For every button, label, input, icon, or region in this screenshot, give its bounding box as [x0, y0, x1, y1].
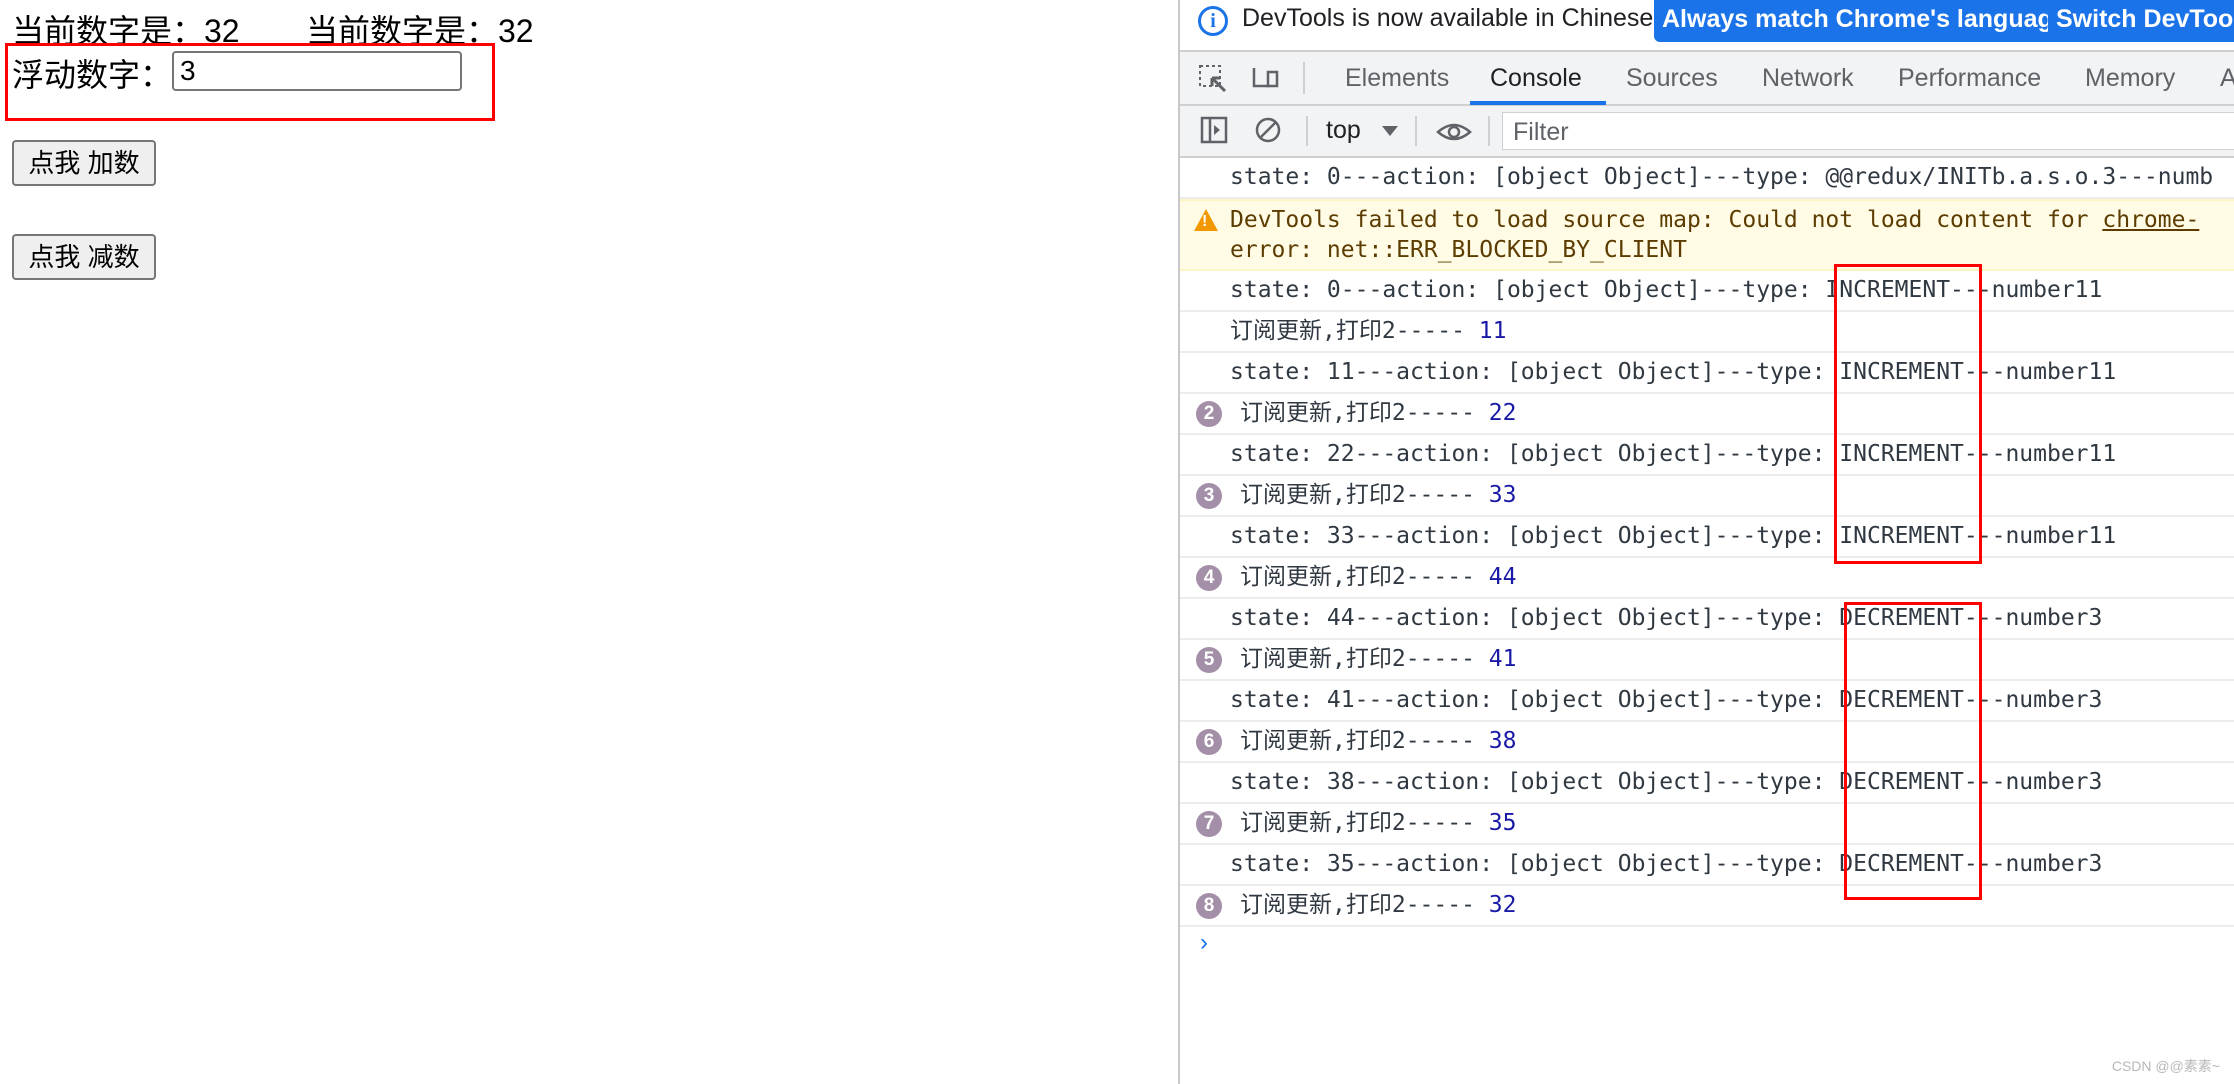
log-number: 33: [1488, 482, 1517, 508]
context-dropdown-icon[interactable]: [1382, 126, 1398, 136]
highlight-box-increment: [1834, 264, 1982, 564]
prompt-chevron-icon: ›: [1200, 929, 1208, 956]
console-subscribe-row: 订阅更新,打印2----- 11: [1180, 312, 2234, 353]
console-prompt[interactable]: ›: [1180, 927, 2234, 967]
subtract-button[interactable]: 点我 减数: [12, 234, 156, 280]
sidebar-toggle-icon[interactable]: [1200, 116, 1230, 144]
log-prefix: 订阅更新,打印2-----: [1240, 810, 1489, 836]
switch-devtools-button[interactable]: Switch DevTools: [2048, 0, 2234, 42]
log-text: 订阅更新,打印2----- 35: [1240, 804, 1516, 843]
log-prefix: 订阅更新,打印2-----: [1240, 892, 1489, 918]
console-toolbar: top Filter: [1180, 106, 2234, 158]
log-text: 订阅更新,打印2----- 44: [1240, 558, 1516, 597]
warning-icon-mark: !: [1202, 213, 1208, 230]
log-text: 订阅更新,打印2----- 38: [1240, 722, 1516, 761]
separator: [1488, 116, 1490, 146]
infobar-text: DevTools is now available in Chinese!: [1242, 4, 1661, 32]
app-page: 当前数字是：32 当前数字是：32 浮动数字： 3 点我 加数 点我 减数: [0, 0, 1178, 1084]
log-prefix: 订阅更新,打印2-----: [1240, 400, 1489, 426]
tab-memory[interactable]: Memory: [2085, 64, 2175, 93]
device-toolbar-icon[interactable]: [1250, 64, 1280, 92]
console-state-row: state: 41---action: [object Object]---ty…: [1180, 681, 2234, 722]
context-selector[interactable]: top: [1326, 116, 1361, 145]
warning-message: DevTools failed to load source map: Coul…: [1230, 207, 2103, 233]
warning-error: error: net::ERR_BLOCKED_BY_CLIENT: [1230, 237, 1687, 263]
language-infobar: i DevTools is now available in Chinese! …: [1180, 0, 2234, 52]
clear-console-icon[interactable]: [1254, 116, 1284, 144]
console-state-row: state: 0---action: [object Object]---typ…: [1180, 271, 2234, 312]
inspect-element-icon[interactable]: [1198, 64, 1228, 92]
log-number: 32: [1488, 892, 1517, 918]
log-text: 订阅更新,打印2----- 32: [1240, 886, 1516, 925]
log-text: state: 33---action: [object Object]---ty…: [1230, 523, 2117, 549]
console-subscribe-row: 6 订阅更新,打印2----- 38: [1180, 722, 2234, 763]
log-number: 38: [1488, 728, 1517, 754]
match-language-button[interactable]: Always match Chrome's language: [1654, 0, 2075, 42]
console-state-row: state: 22---action: [object Object]---ty…: [1180, 435, 2234, 476]
console-output: state: 0---action: [object Object]---typ…: [1180, 158, 2234, 967]
repeat-count-badge: 5: [1196, 647, 1222, 673]
tab-console[interactable]: Console: [1490, 64, 1582, 93]
highlight-box-decrement: [1844, 602, 1982, 900]
log-text: 订阅更新,打印2----- 22: [1240, 394, 1516, 433]
float-number-label: 浮动数字：: [12, 57, 173, 93]
tab-network[interactable]: Network: [1762, 64, 1854, 93]
add-button[interactable]: 点我 加数: [12, 140, 156, 186]
repeat-count-badge: 3: [1196, 483, 1222, 509]
console-state-row: state: 33---action: [object Object]---ty…: [1180, 517, 2234, 558]
repeat-count-badge: 4: [1196, 565, 1222, 591]
active-tab-indicator: [1470, 101, 1606, 105]
live-expression-eye-icon[interactable]: [1436, 118, 1472, 146]
log-text: state: 0---action: [object Object]---typ…: [1230, 164, 2214, 190]
watermark: CSDN @@素素~: [2111, 1058, 2220, 1074]
separator: [1306, 116, 1308, 146]
console-state-row: state: 11---action: [object Object]---ty…: [1180, 353, 2234, 394]
console-state-row: state: 44---action: [object Object]---ty…: [1180, 599, 2234, 640]
log-prefix: 订阅更新,打印2-----: [1240, 564, 1489, 590]
repeat-count-badge: 2: [1196, 401, 1222, 427]
source-link[interactable]: chrome-: [2102, 207, 2199, 233]
log-text: state: 11---action: [object Object]---ty…: [1230, 359, 2117, 385]
log-number: 35: [1488, 810, 1517, 836]
log-prefix: 订阅更新,打印2-----: [1240, 728, 1489, 754]
console-subscribe-row: 4 订阅更新,打印2----- 44: [1180, 558, 2234, 599]
log-number: 44: [1488, 564, 1517, 590]
tab-elements[interactable]: Elements: [1345, 64, 1449, 93]
log-number: 41: [1488, 646, 1517, 672]
repeat-count-badge: 6: [1196, 729, 1222, 755]
log-prefix: 订阅更新,打印2-----: [1240, 482, 1489, 508]
console-state-row: state: 35---action: [object Object]---ty…: [1180, 845, 2234, 886]
float-number-input[interactable]: 3: [172, 51, 462, 91]
console-subscribe-row: 5 订阅更新,打印2----- 41: [1180, 640, 2234, 681]
repeat-count-badge: 8: [1196, 893, 1222, 919]
console-warning-row: ! DevTools failed to load source map: Cou…: [1180, 199, 2234, 271]
console-subscribe-row: 7 订阅更新,打印2----- 35: [1180, 804, 2234, 845]
devtools-panel: i DevTools is now available in Chinese! …: [1178, 0, 2234, 1084]
console-state-row: state: 38---action: [object Object]---ty…: [1180, 763, 2234, 804]
devtools-tabbar: Elements Console Sources Network Perform…: [1180, 52, 2234, 106]
log-text: 订阅更新,打印2----- 33: [1240, 476, 1516, 515]
console-subscribe-row: 8 订阅更新,打印2----- 32: [1180, 886, 2234, 927]
log-text: 订阅更新,打印2----- 41: [1240, 640, 1516, 679]
filter-input[interactable]: Filter: [1502, 112, 2234, 150]
console-subscribe-row: 2 订阅更新,打印2----- 22: [1180, 394, 2234, 435]
log-number: 22: [1488, 400, 1517, 426]
log-text: 订阅更新,打印2----- 11: [1230, 312, 1506, 351]
tab-performance[interactable]: Performance: [1898, 64, 2041, 93]
console-subscribe-row: 3 订阅更新,打印2----- 33: [1180, 476, 2234, 517]
separator: [1303, 62, 1305, 94]
repeat-count-badge: 7: [1196, 811, 1222, 837]
log-prefix: 订阅更新,打印2-----: [1240, 646, 1489, 672]
log-prefix: 订阅更新,打印2-----: [1230, 318, 1479, 344]
info-icon: i: [1198, 6, 1228, 36]
separator: [1415, 116, 1417, 146]
tab-sources[interactable]: Sources: [1626, 64, 1718, 93]
log-number: 11: [1478, 318, 1507, 344]
console-state-row: state: 0---action: [object Object]---typ…: [1180, 158, 2234, 199]
warning-text: DevTools failed to load source map: Coul…: [1230, 205, 2199, 265]
log-text: state: 22---action: [object Object]---ty…: [1230, 441, 2117, 467]
tab-more[interactable]: A: [2220, 64, 2234, 93]
